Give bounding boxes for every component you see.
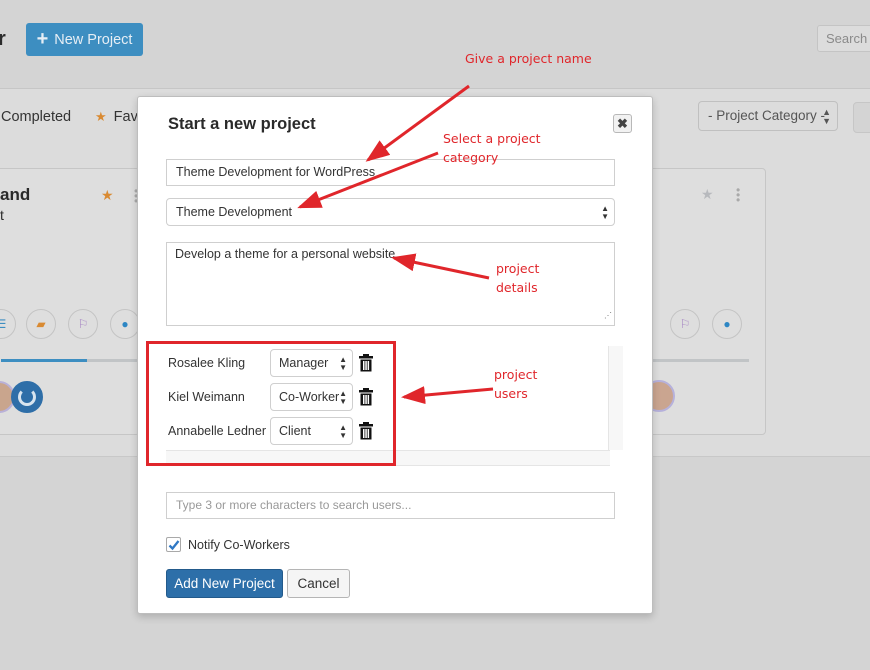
- project-description-value: Develop a theme for a personal website: [175, 247, 396, 261]
- search-input[interactable]: Search: [817, 25, 870, 52]
- tab-favourites[interactable]: ★ Fav: [95, 109, 138, 125]
- new-project-label: New Project: [54, 31, 133, 48]
- project-progress-bar: [1, 359, 139, 362]
- flag-icon[interactable]: ⚐: [68, 309, 98, 339]
- project-card[interactable]: and t ★ ••• ☰ ▰ ⚐ ●: [0, 168, 140, 435]
- star-icon: ★: [95, 109, 107, 124]
- cancel-button[interactable]: Cancel: [287, 569, 350, 598]
- tab-favourites-label: Fav: [113, 109, 138, 125]
- vertical-scrollbar[interactable]: [608, 346, 623, 450]
- favourite-star-icon[interactable]: ★: [701, 186, 714, 203]
- project-progress-fill: [1, 359, 87, 362]
- new-project-button[interactable]: + New Project: [26, 23, 143, 56]
- annotation-details: project details: [496, 259, 539, 297]
- top-bar: r + New Project Search: [0, 0, 870, 89]
- project-category-value: Theme Development: [176, 205, 293, 219]
- page-title: r: [0, 28, 6, 50]
- users-highlight-box: [146, 341, 396, 466]
- annotation-category-line: category: [443, 150, 499, 165]
- project-name-input[interactable]: Theme Development for WordPress: [166, 159, 615, 186]
- annotation-users-line: users: [494, 386, 528, 401]
- card-menu-icon[interactable]: •••: [736, 184, 740, 206]
- user-search-input[interactable]: Type 3 or more characters to search user…: [166, 492, 615, 519]
- select-arrows-icon: ▲ ▼: [822, 107, 831, 126]
- project-card-title-line: and: [0, 185, 31, 204]
- resize-handle-icon[interactable]: ⋰: [604, 308, 612, 324]
- list-icon[interactable]: ☰: [0, 309, 16, 339]
- folder-icon[interactable]: ▰: [26, 309, 56, 339]
- modal-title: Start a new project: [168, 115, 316, 133]
- tab-completed[interactable]: Completed: [1, 109, 71, 125]
- annotation-details-line: details: [496, 280, 538, 295]
- project-description-textarea[interactable]: Develop a theme for a personal website ⋰: [166, 242, 615, 326]
- comment-icon[interactable]: ●: [110, 309, 140, 339]
- select-arrows-icon: ▲ ▼: [601, 204, 609, 221]
- flag-icon[interactable]: ⚐: [670, 309, 700, 339]
- add-new-project-button[interactable]: Add New Project: [166, 569, 283, 598]
- notify-checkbox[interactable]: [166, 537, 181, 552]
- notify-label: Notify Co-Workers: [188, 538, 290, 552]
- project-card-title-line: t: [0, 207, 4, 223]
- power-icon: [18, 388, 36, 406]
- comment-icon[interactable]: ●: [712, 309, 742, 339]
- project-card-title: and t: [0, 185, 30, 225]
- annotation-category: Select a project category: [443, 129, 541, 167]
- annotation-details-line: project: [496, 261, 540, 276]
- project-category-filter-value: - Project Category -: [708, 108, 826, 123]
- close-button[interactable]: ✖: [613, 114, 632, 133]
- power-avatar[interactable]: [11, 381, 43, 413]
- annotation-users: project users: [494, 365, 537, 403]
- plus-icon: +: [36, 27, 49, 50]
- checkmark-icon: [168, 540, 180, 551]
- project-category-select[interactable]: Theme Development ▲ ▼: [166, 198, 615, 226]
- project-category-filter[interactable]: - Project Category - ▲ ▼: [698, 101, 838, 131]
- favourite-star-icon[interactable]: ★: [101, 187, 114, 204]
- annotation-users-line: project: [494, 367, 538, 382]
- close-icon: ✖: [617, 116, 628, 131]
- view-toggle-button[interactable]: [853, 102, 870, 133]
- annotation-category-line: Select a project: [443, 131, 541, 146]
- annotation-name: Give a project name: [465, 51, 592, 66]
